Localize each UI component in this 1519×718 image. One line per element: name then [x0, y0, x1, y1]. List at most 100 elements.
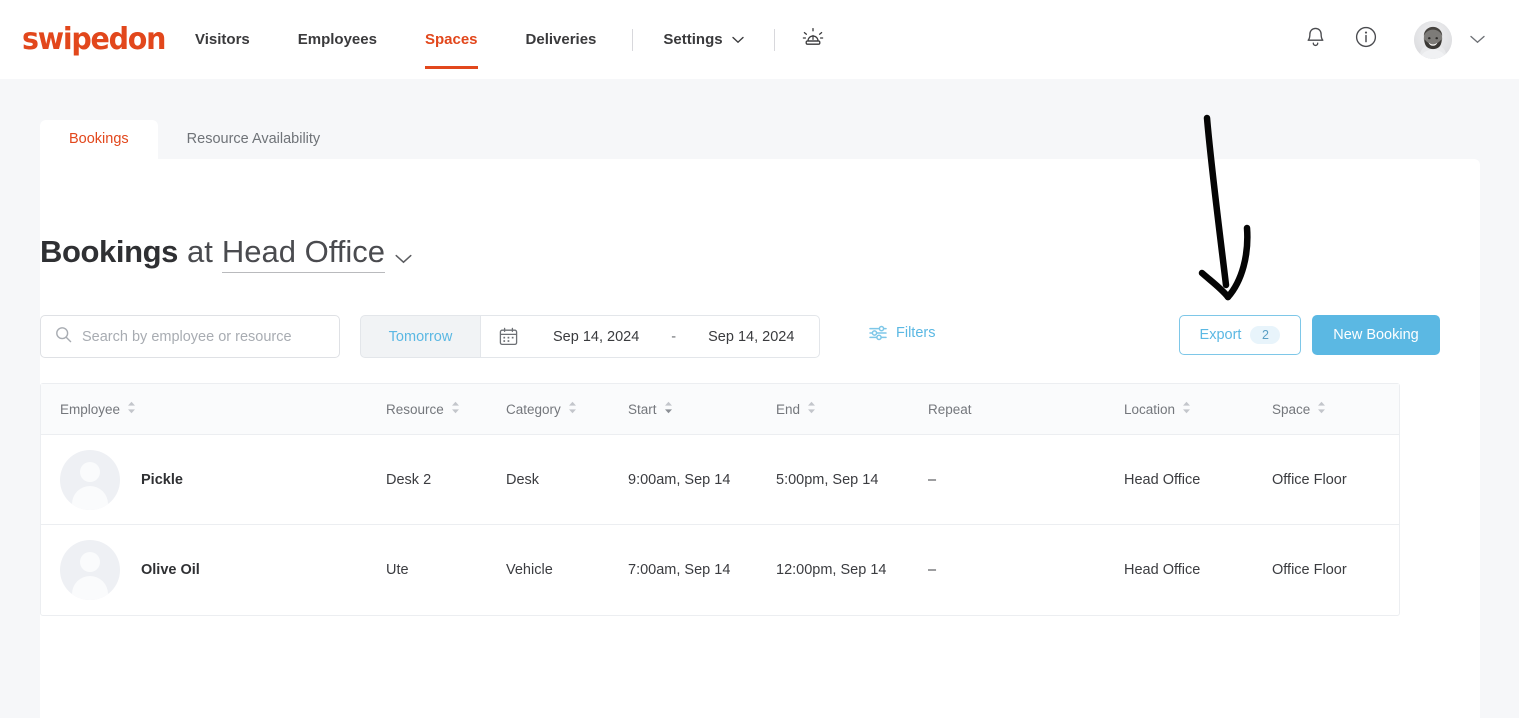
- column-header-category[interactable]: Category: [506, 401, 628, 417]
- cell-category: Desk: [506, 471, 540, 488]
- date-range-control: Tomorrow Sep 14, 2024 - Sep 14, 2024: [360, 315, 820, 358]
- sort-arrows-icon: [807, 401, 816, 417]
- cell-end: 5:00pm, Sep 14: [776, 471, 879, 488]
- cell-employee: Pickle: [41, 449, 386, 510]
- primary-nav-links: Visitors Employees Spaces Deliveries Set…: [195, 0, 839, 79]
- location-selector[interactable]: Head Office: [221, 234, 386, 273]
- calendar-icon: [499, 327, 518, 346]
- employee-name: Pickle: [141, 471, 183, 488]
- cell-end: 12:00pm, Sep 14: [776, 562, 887, 578]
- column-label: Resource: [386, 401, 444, 417]
- tab-resource-availability[interactable]: Resource Availability: [158, 120, 350, 159]
- info-circle-icon: [1354, 25, 1378, 54]
- column-header-employee[interactable]: Employee: [41, 401, 386, 417]
- tab-bookings[interactable]: Bookings: [40, 120, 158, 159]
- sort-arrows-icon: [1317, 401, 1326, 417]
- section-tabs: Bookings Resource Availability: [40, 120, 349, 159]
- cell-repeat: –: [928, 471, 937, 488]
- notifications-button[interactable]: [1291, 26, 1340, 54]
- table-row[interactable]: Pickle Desk 2 Desk 9:00am, Sep 14 5:00pm…: [41, 435, 1399, 525]
- cell-resource: Ute: [386, 562, 409, 578]
- new-booking-button[interactable]: New Booking: [1312, 315, 1440, 355]
- sort-arrows-icon: [664, 401, 673, 417]
- siren-icon: [801, 26, 825, 53]
- nav-divider: [632, 28, 634, 51]
- cell-space: Office Floor: [1272, 471, 1347, 488]
- sort-arrows-icon: [1182, 401, 1191, 417]
- sort-arrows-icon: [451, 401, 460, 417]
- top-navigation-bar: swipedon Visitors Employees Spaces Deliv…: [0, 0, 1519, 79]
- table-header-row: Employee Resource Category Start End Rep…: [41, 384, 1399, 435]
- chevron-down-icon[interactable]: [395, 236, 412, 272]
- column-label: Repeat: [928, 401, 972, 417]
- column-header-repeat: Repeat: [928, 402, 1124, 417]
- cell-employee: Olive Oil: [41, 540, 386, 600]
- search-box[interactable]: [40, 315, 340, 358]
- page-title: Bookings at Head Office: [40, 234, 412, 273]
- page-title-connector: at: [187, 234, 213, 269]
- column-header-end[interactable]: End: [776, 401, 928, 417]
- bell-icon: [1305, 26, 1326, 54]
- quick-range-tomorrow[interactable]: Tomorrow: [360, 315, 480, 358]
- date-separator: -: [671, 328, 677, 345]
- bookings-table: Employee Resource Category Start End Rep…: [40, 383, 1400, 616]
- search-icon: [55, 326, 72, 348]
- column-header-space[interactable]: Space: [1272, 401, 1392, 417]
- nav-link-deliveries[interactable]: Deliveries: [502, 0, 621, 79]
- help-info-button[interactable]: [1340, 25, 1392, 54]
- sort-arrows-icon: [127, 401, 136, 417]
- nav-settings-label: Settings: [663, 31, 723, 48]
- page-title-main: Bookings: [40, 234, 179, 269]
- swipedon-logo[interactable]: swipedon: [22, 22, 166, 57]
- filters-button[interactable]: Filters: [869, 325, 935, 341]
- filters-label: Filters: [896, 325, 936, 341]
- cell-repeat: –: [928, 562, 937, 578]
- column-label: Start: [628, 401, 657, 417]
- column-label: Space: [1272, 401, 1311, 417]
- chevron-down-icon: [1470, 31, 1485, 49]
- employee-name: Olive Oil: [141, 562, 200, 578]
- cell-space: Office Floor: [1272, 562, 1347, 578]
- date-end[interactable]: Sep 14, 2024: [708, 329, 794, 345]
- sliders-icon: [869, 325, 887, 341]
- sort-arrows-icon: [568, 401, 577, 417]
- evacuation-siren-button[interactable]: [787, 26, 839, 53]
- nav-right-actions: [1291, 0, 1497, 79]
- employee-avatar-placeholder: [60, 449, 120, 510]
- nav-link-spaces[interactable]: Spaces: [401, 0, 502, 79]
- export-button[interactable]: Export 2: [1179, 315, 1301, 355]
- cell-category: Vehicle: [506, 562, 553, 578]
- column-label: Location: [1124, 401, 1176, 417]
- account-menu-chevron[interactable]: [1452, 31, 1497, 49]
- cell-resource: Desk 2: [386, 471, 432, 488]
- table-row[interactable]: Olive Oil Ute Vehicle 7:00am, Sep 14 12:…: [41, 525, 1399, 615]
- export-label: Export: [1199, 327, 1242, 343]
- date-start[interactable]: Sep 14, 2024: [553, 329, 639, 345]
- column-header-start[interactable]: Start: [628, 401, 776, 417]
- column-label: End: [776, 401, 801, 417]
- date-range-picker[interactable]: Sep 14, 2024 - Sep 14, 2024: [480, 315, 820, 358]
- cell-start: 7:00am, Sep 14: [628, 562, 731, 578]
- nav-link-visitors[interactable]: Visitors: [195, 0, 274, 79]
- chevron-down-icon: [731, 31, 744, 48]
- avatar[interactable]: [1414, 20, 1452, 59]
- avatar-body-shape: [72, 576, 108, 600]
- column-header-resource[interactable]: Resource: [386, 401, 506, 417]
- cell-start: 9:00am, Sep 14: [628, 471, 731, 488]
- nav-settings-menu[interactable]: Settings: [645, 31, 761, 48]
- nav-divider-2: [773, 28, 775, 51]
- user-avatar-photo: [1414, 20, 1452, 59]
- avatar-head-shape: [80, 461, 100, 482]
- avatar-body-shape: [72, 485, 108, 510]
- cell-location: Head Office: [1124, 562, 1201, 578]
- column-label: Category: [506, 401, 561, 417]
- column-label: Employee: [60, 401, 121, 417]
- nav-link-employees[interactable]: Employees: [274, 0, 401, 79]
- avatar-head-shape: [80, 552, 100, 572]
- search-input[interactable]: [82, 328, 325, 345]
- bookings-toolbar: Tomorrow Sep 14, 2024: [40, 315, 1440, 359]
- export-count-badge: 2: [1250, 326, 1281, 344]
- column-header-location[interactable]: Location: [1124, 401, 1272, 417]
- page-body: Bookings Resource Availability Bookings …: [0, 79, 1519, 718]
- cell-location: Head Office: [1124, 471, 1201, 488]
